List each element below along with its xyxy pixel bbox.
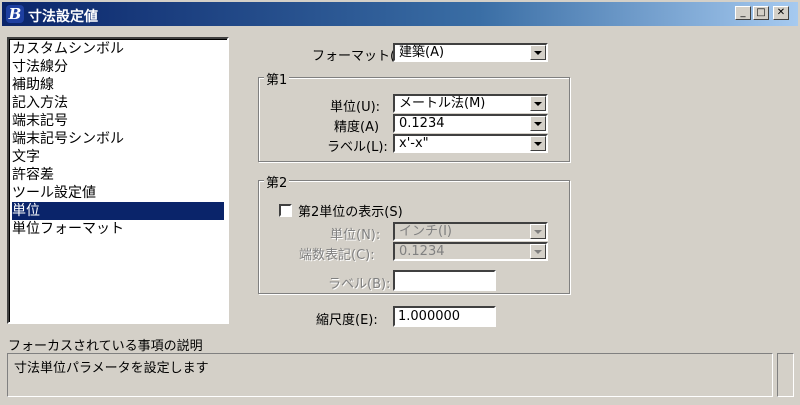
- window-title: 寸法設定値: [28, 9, 98, 25]
- dimension-settings-window: B 寸法設定値 _ □ ✕ カスタムシンボル 寸法線分 補助線 記入方法 端末記…: [0, 0, 800, 405]
- description-text: 寸法単位パラメータを設定します: [14, 361, 209, 376]
- list-item-extension-line[interactable]: 補助線: [12, 76, 224, 94]
- chevron-down-icon[interactable]: [530, 116, 546, 131]
- primary-unit-dropdown[interactable]: メートル法(M): [393, 94, 548, 113]
- secondary-precision-dropdown[interactable]: 0.1234: [393, 242, 548, 261]
- title-bar[interactable]: B 寸法設定値 _ □ ✕: [2, 2, 798, 26]
- list-item-text[interactable]: 文字: [12, 148, 224, 166]
- list-item-custom-symbol[interactable]: カスタムシンボル: [12, 40, 224, 58]
- show-secondary-units-label[interactable]: 第2単位の表示(S): [298, 201, 403, 220]
- primary-label-dropdown[interactable]: x'-x": [393, 134, 548, 153]
- primary-label-label: ラベル(L):: [327, 140, 388, 155]
- list-item-terminator[interactable]: 端末記号: [12, 112, 224, 130]
- scale-input[interactable]: 1.000000: [393, 306, 496, 327]
- list-item-dimension-line[interactable]: 寸法線分: [12, 58, 224, 76]
- primary-precision-label: 精度(A): [334, 120, 380, 135]
- description-heading: フォーカスされている事項の説明: [8, 339, 203, 354]
- app-logo-icon: B: [6, 5, 24, 23]
- chevron-down-icon[interactable]: [530, 244, 546, 259]
- primary-precision-value: 0.1234: [399, 116, 445, 131]
- secondary-unit-dropdown[interactable]: インチ(I): [393, 222, 548, 241]
- status-panel: [777, 353, 794, 397]
- format-value: 建築(A): [399, 45, 445, 60]
- primary-unit-value: メートル法(M): [399, 96, 486, 111]
- secondary-unit-label: 単位(N):: [330, 228, 381, 243]
- list-item-placement[interactable]: 記入方法: [12, 94, 224, 112]
- maximize-button[interactable]: □: [753, 6, 769, 20]
- primary-group-title: 第1: [264, 69, 290, 88]
- primary-unit-label: 単位(U):: [330, 100, 381, 115]
- chevron-down-icon[interactable]: [530, 96, 546, 111]
- primary-precision-dropdown[interactable]: 0.1234: [393, 114, 548, 133]
- minimize-button[interactable]: _: [735, 6, 751, 20]
- close-button[interactable]: ✕: [773, 6, 789, 20]
- chevron-down-icon[interactable]: [530, 224, 546, 239]
- secondary-precision-label: 端数表記(C):: [299, 248, 375, 263]
- format-dropdown[interactable]: 建築(A): [393, 43, 548, 62]
- primary-label-value: x'-x": [399, 136, 429, 151]
- secondary-label-label: ラベル(B):: [328, 277, 391, 292]
- secondary-group-title: 第2: [264, 172, 290, 191]
- scale-label: 縮尺度(E):: [316, 313, 378, 328]
- show-secondary-units-checkbox[interactable]: [279, 204, 292, 217]
- chevron-down-icon[interactable]: [530, 45, 546, 60]
- secondary-label-input[interactable]: [393, 270, 496, 291]
- chevron-down-icon[interactable]: [530, 136, 546, 151]
- category-list[interactable]: カスタムシンボル 寸法線分 補助線 記入方法 端末記号 端末記号シンボル 文字 …: [7, 37, 229, 324]
- secondary-unit-value: インチ(I): [399, 224, 452, 239]
- list-item-tool-settings[interactable]: ツール設定値: [12, 184, 224, 202]
- list-item-terminator-symbol[interactable]: 端末記号シンボル: [12, 130, 224, 148]
- description-box: 寸法単位パラメータを設定します: [7, 353, 773, 397]
- secondary-precision-value: 0.1234: [399, 244, 445, 259]
- list-item-tolerance[interactable]: 許容差: [12, 166, 224, 184]
- list-item-unit-format[interactable]: 単位フォーマット: [12, 220, 224, 238]
- list-item-units[interactable]: 単位: [12, 202, 224, 220]
